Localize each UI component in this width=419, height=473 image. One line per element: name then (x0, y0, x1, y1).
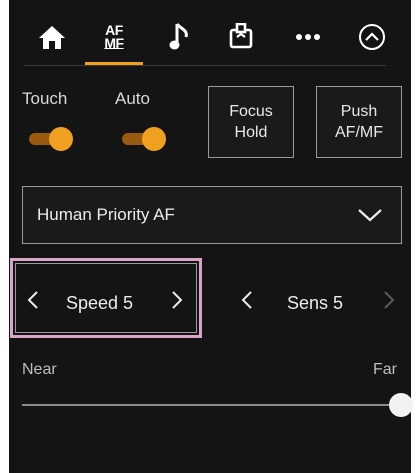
sens-decrease-button[interactable] (236, 289, 258, 315)
chevron-left-icon (241, 290, 253, 315)
speed-decrease-button[interactable] (22, 289, 44, 315)
tab-home[interactable] (23, 10, 81, 64)
chevron-right-icon (383, 290, 395, 315)
home-icon (38, 24, 66, 50)
auto-label: Auto (115, 89, 150, 108)
more-icon (295, 33, 321, 41)
tab-media[interactable] (212, 10, 270, 64)
card-tab-icon (227, 23, 255, 51)
sens-increase-button[interactable] (378, 289, 400, 315)
push-af-mf-label-1: Push (340, 103, 378, 120)
focus-slider-thumb[interactable] (389, 393, 413, 417)
tab-af-mf[interactable]: AF MF (85, 10, 143, 64)
touch-label: Touch (22, 89, 68, 108)
push-af-mf-button[interactable]: Push AF/MF (316, 86, 402, 158)
slider-far-label: Far (373, 361, 397, 378)
push-af-mf-label-2: AF/MF (335, 124, 383, 141)
focus-slider-track[interactable] (22, 404, 402, 406)
af-mf-icon: AF MF (104, 22, 124, 51)
tab-more[interactable] (279, 10, 337, 64)
chevron-up-circle-icon (358, 23, 386, 51)
tab-bar: AF MF (9, 10, 411, 65)
slider-near-label: Near (22, 361, 57, 378)
chevron-right-icon (171, 290, 183, 315)
af-mode-value: Human Priority AF (37, 205, 175, 224)
chevron-left-icon (27, 290, 39, 315)
focus-hold-label-1: Focus (229, 103, 273, 120)
tab-divider (24, 65, 386, 66)
speed-increase-button[interactable] (166, 289, 188, 315)
chevron-down-icon (357, 207, 383, 228)
focus-hold-button[interactable]: Focus Hold (208, 86, 294, 158)
sens-value: Sens 5 (287, 293, 344, 313)
tab-audio[interactable] (151, 10, 209, 64)
touch-toggle[interactable] (29, 127, 73, 151)
collapse-button[interactable] (343, 10, 401, 64)
auto-toggle[interactable] (122, 127, 166, 151)
af-mode-dropdown[interactable]: Human Priority AF (22, 186, 402, 244)
focus-hold-label-2: Hold (234, 124, 268, 141)
speed-value: Speed 5 (66, 293, 134, 313)
music-note-icon (169, 22, 191, 52)
